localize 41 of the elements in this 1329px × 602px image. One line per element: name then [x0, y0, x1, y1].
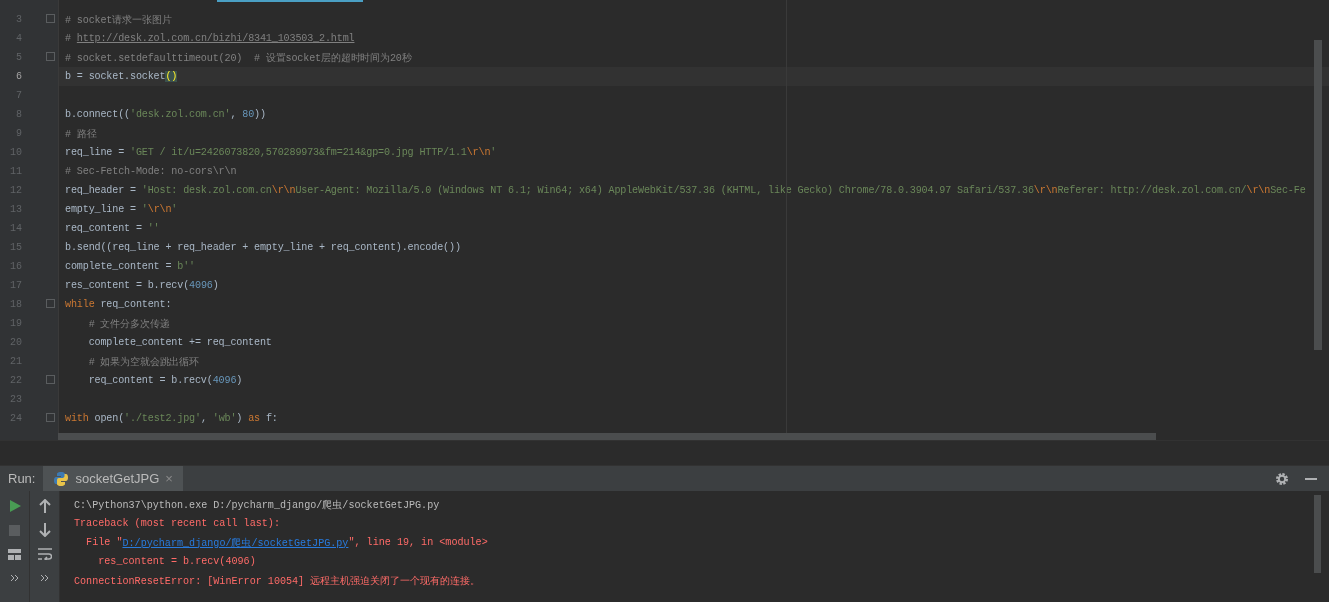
error-output: File "D:/pycharm_django/爬虫/socketGetJPG.py", line 19, in <module> — [85, 534, 489, 552]
code-line: req_line = 'GET / it/u=2426073820,570289973&fm=214&gp=0.jpg HTTP/1.1\r\n' — [65, 147, 497, 158]
error-output: res_content = b.recv(4096) — [97, 555, 257, 569]
file-link[interactable]: D:/pycharm_django/爬虫/socketGetJPG.py — [122, 535, 349, 550]
code-line: # 路径 — [65, 127, 97, 141]
code-line: # 文件分多次传递 — [87, 317, 170, 331]
fold-icon[interactable] — [46, 299, 55, 308]
fold-icon[interactable] — [46, 375, 55, 384]
scrollbar[interactable] — [58, 433, 1156, 440]
fold-icon[interactable] — [46, 413, 55, 422]
code-line: complete_content += req_content — [87, 337, 272, 348]
code-line: with open('./test2.jpg', 'wb') as f: — [65, 413, 278, 424]
run-tab[interactable]: socketGetJPG × — [43, 466, 183, 491]
code-line: # 如果为空就会跳出循环 — [87, 355, 199, 369]
code-line: # socket.setdefaulttimeout(20) # 设置socket层的超时时间为20秒 — [65, 51, 412, 65]
scrollbar[interactable] — [1314, 40, 1322, 350]
fold-icon[interactable] — [46, 14, 55, 23]
code-line: b.send((req_line + req_header + empty_line + req_content).encode()) — [65, 242, 461, 253]
run-label: Run: — [7, 471, 37, 486]
code-line: # Sec-Fetch-Mode: no-cors\r\n — [65, 166, 237, 177]
line-number: 6 — [15, 71, 22, 82]
python-icon — [53, 470, 70, 487]
code-line: complete_content = b'' — [65, 261, 195, 272]
close-icon[interactable]: × — [165, 471, 173, 486]
code-line: while req_content: — [65, 299, 172, 310]
code-line: req_content = '' — [65, 223, 160, 234]
code-line: res_content = b.recv(4096) — [65, 280, 219, 291]
code-line: req_content = b.recv(4096) — [87, 375, 243, 386]
code-line: empty_line = '\r\n' — [65, 204, 178, 215]
wrap-icon[interactable] — [35, 545, 54, 563]
code-line: b.connect(('desk.zol.com.cn', 80)) — [65, 109, 266, 120]
console-output: C:\Python37\python.exe D:/pycharm_django/爬虫/socketGetJPG.py — [74, 498, 441, 513]
settings-icon[interactable] — [1275, 471, 1289, 486]
fold-icon[interactable] — [46, 52, 55, 61]
error-output: Traceback (most recent call last): — [74, 517, 281, 531]
code-line: # http://desk.zol.com.cn/bizhi/8341_103503_2.html — [65, 33, 355, 44]
code-line: b = socket.socket() — [65, 71, 178, 82]
error-output: ConnectionResetError: [WinError 10054] 远程主机强迫关闭了一个现有的连接。 — [74, 574, 482, 589]
code-line: req_header = 'Host: desk.zol.com.cn\r\nUser-Agent: Mozilla/5.0 (Windows NT 6.1; Win64; x64) AppleWebKit/537.36 (KHTML, like Gecko) Chrome/78.0.3904.97 Safari/537.36\r\nReferer: http://desk.zol.com.cn/\r\nSec-Fe — [65, 185, 1306, 196]
minimize-icon[interactable] — [1305, 477, 1317, 480]
scrollbar[interactable] — [1314, 495, 1321, 573]
